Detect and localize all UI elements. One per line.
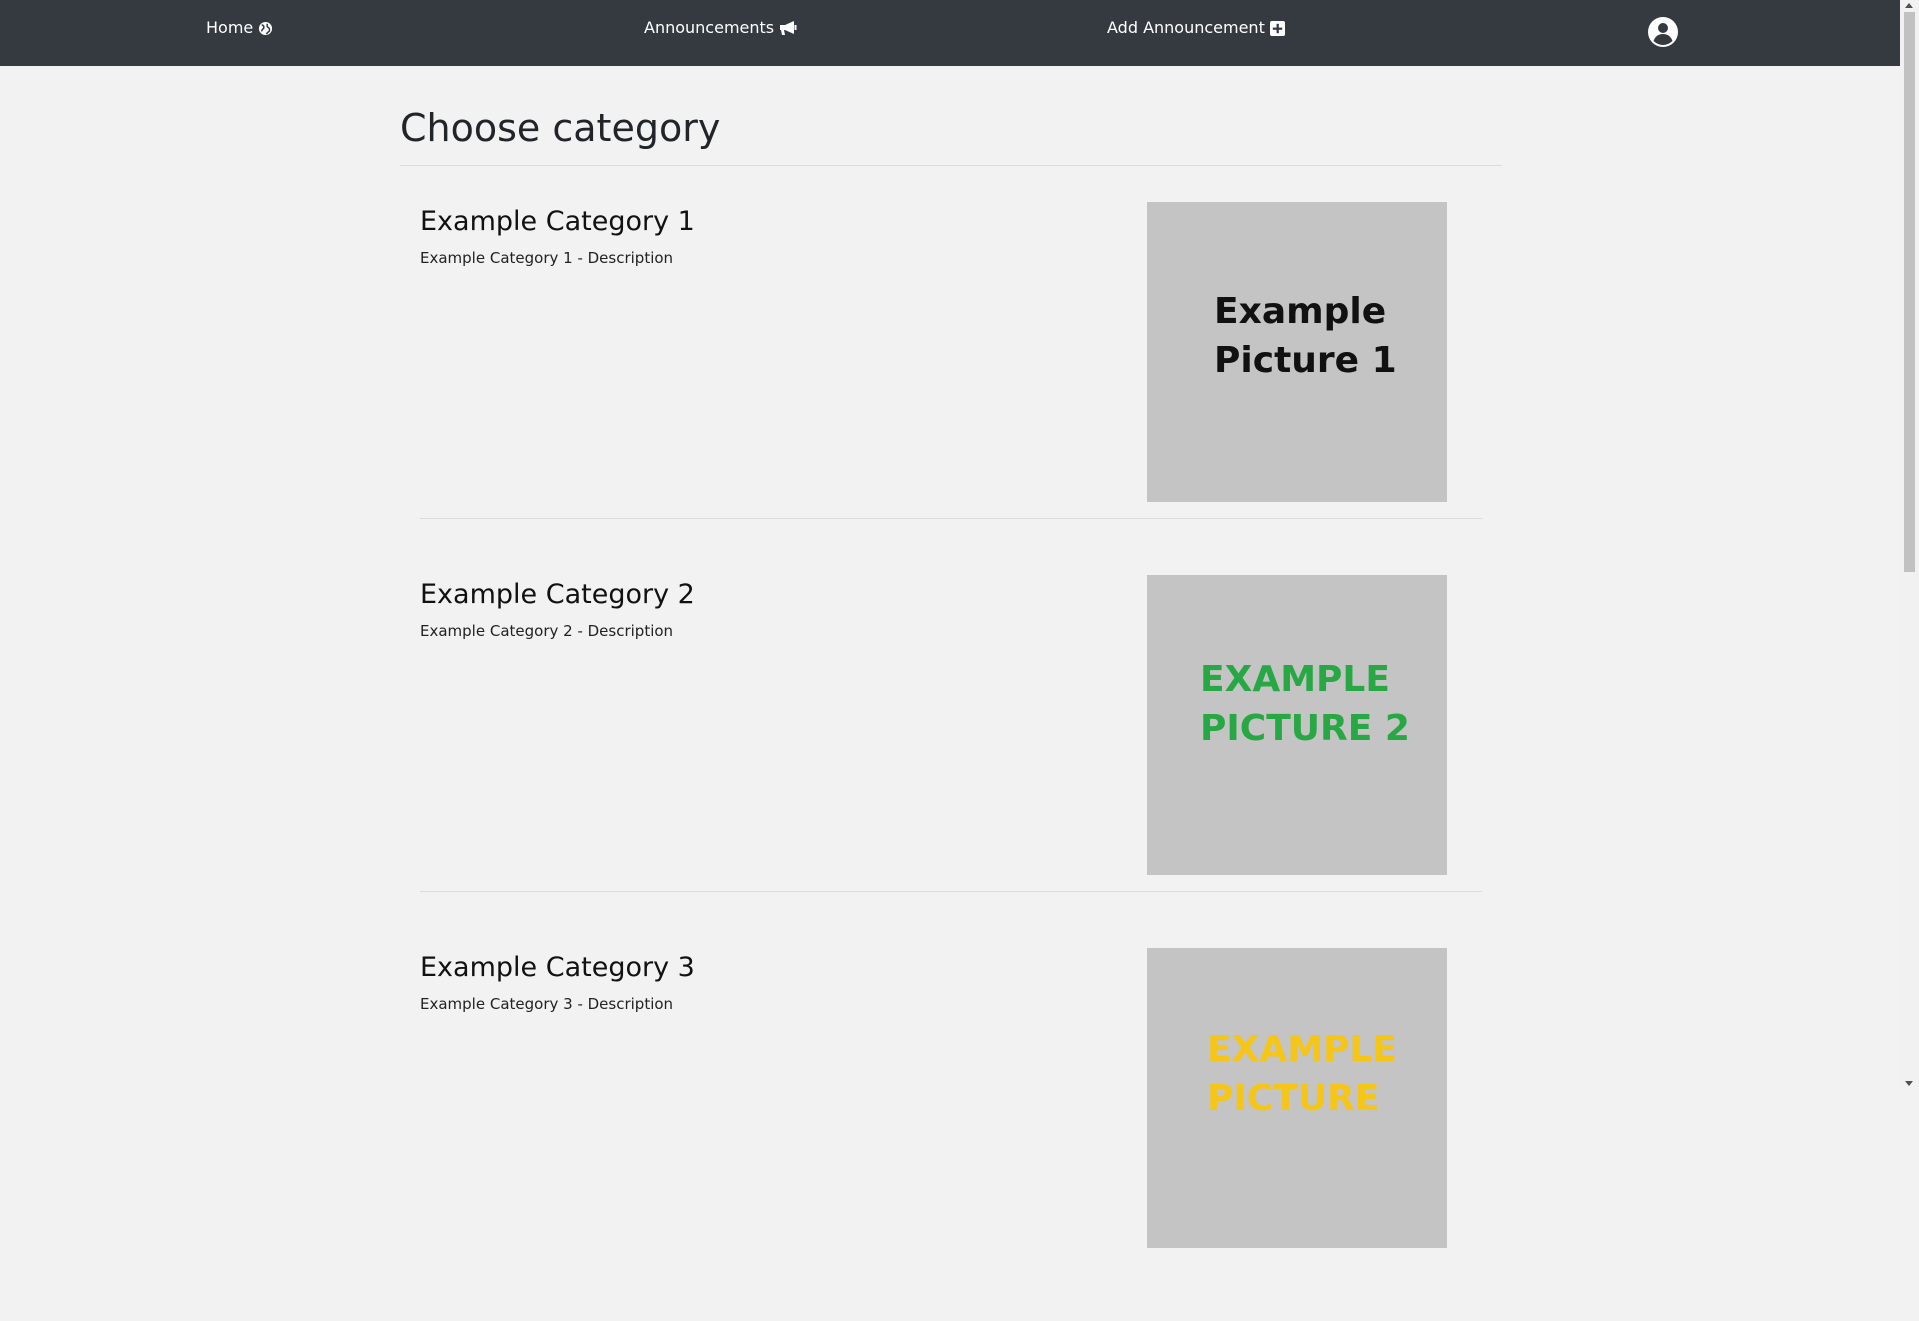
picture-text-line1: EXAMPLE [1200,659,1390,700]
title-divider [400,165,1502,166]
picture-text: EXAMPLE PICTURE 2 [1200,655,1410,753]
nav-home-label: Home [206,18,254,37]
category-description: Example Category 1 - Description [420,249,674,267]
page-title: Choose category [400,106,721,150]
globe-icon [259,21,273,35]
nav-announcements-link[interactable]: Announcements [644,18,797,38]
category-card-3[interactable]: Example Category 3 Example Category 3 - … [420,948,1482,1321]
picture-text: Example Picture 1 [1214,287,1397,385]
user-circle-icon [1648,17,1678,47]
picture-text: EXAMPLE PICTURE [1207,1025,1397,1123]
nav-add-announcement-label: Add Announcement [1107,18,1265,37]
category-name: Example Category 3 [420,952,695,983]
category-name: Example Category 1 [420,206,695,237]
scroll-up-arrow-icon[interactable] [1905,3,1913,8]
category-card-2[interactable]: Example Category 2 Example Category 2 - … [420,575,1482,948]
top-navbar: Home Announcements Add Announcement [0,0,1900,66]
category-picture[interactable]: EXAMPLE PICTURE 2 [1147,575,1447,875]
picture-text-line1: EXAMPLE [1207,1029,1397,1070]
picture-text-line1: Example [1214,291,1387,332]
category-description: Example Category 2 - Description [420,622,674,640]
category-card-1[interactable]: Example Category 1 Example Category 1 - … [420,202,1482,575]
nav-announcements-label: Announcements [644,18,775,37]
scroll-down-arrow-icon[interactable] [1905,1081,1913,1086]
page-scrollbar[interactable] [1900,0,1919,1089]
category-picture[interactable]: Example Picture 1 [1147,202,1447,502]
picture-text-line2: PICTURE [1207,1078,1380,1119]
picture-text-line2: PICTURE 2 [1200,708,1410,749]
category-description: Example Category 3 - Description [420,995,674,1013]
picture-text-line2: Picture 1 [1214,340,1397,381]
nav-home-link[interactable]: Home [206,18,273,38]
category-divider [420,518,1482,519]
category-name: Example Category 2 [420,579,695,610]
category-divider [420,891,1482,892]
plus-square-icon [1269,20,1285,36]
category-picture[interactable]: EXAMPLE PICTURE [1147,948,1447,1248]
megaphone-icon [780,21,797,35]
user-account-button[interactable] [1647,16,1679,48]
scroll-thumb[interactable] [1904,12,1915,572]
nav-add-announcement-link[interactable]: Add Announcement [1107,18,1285,38]
